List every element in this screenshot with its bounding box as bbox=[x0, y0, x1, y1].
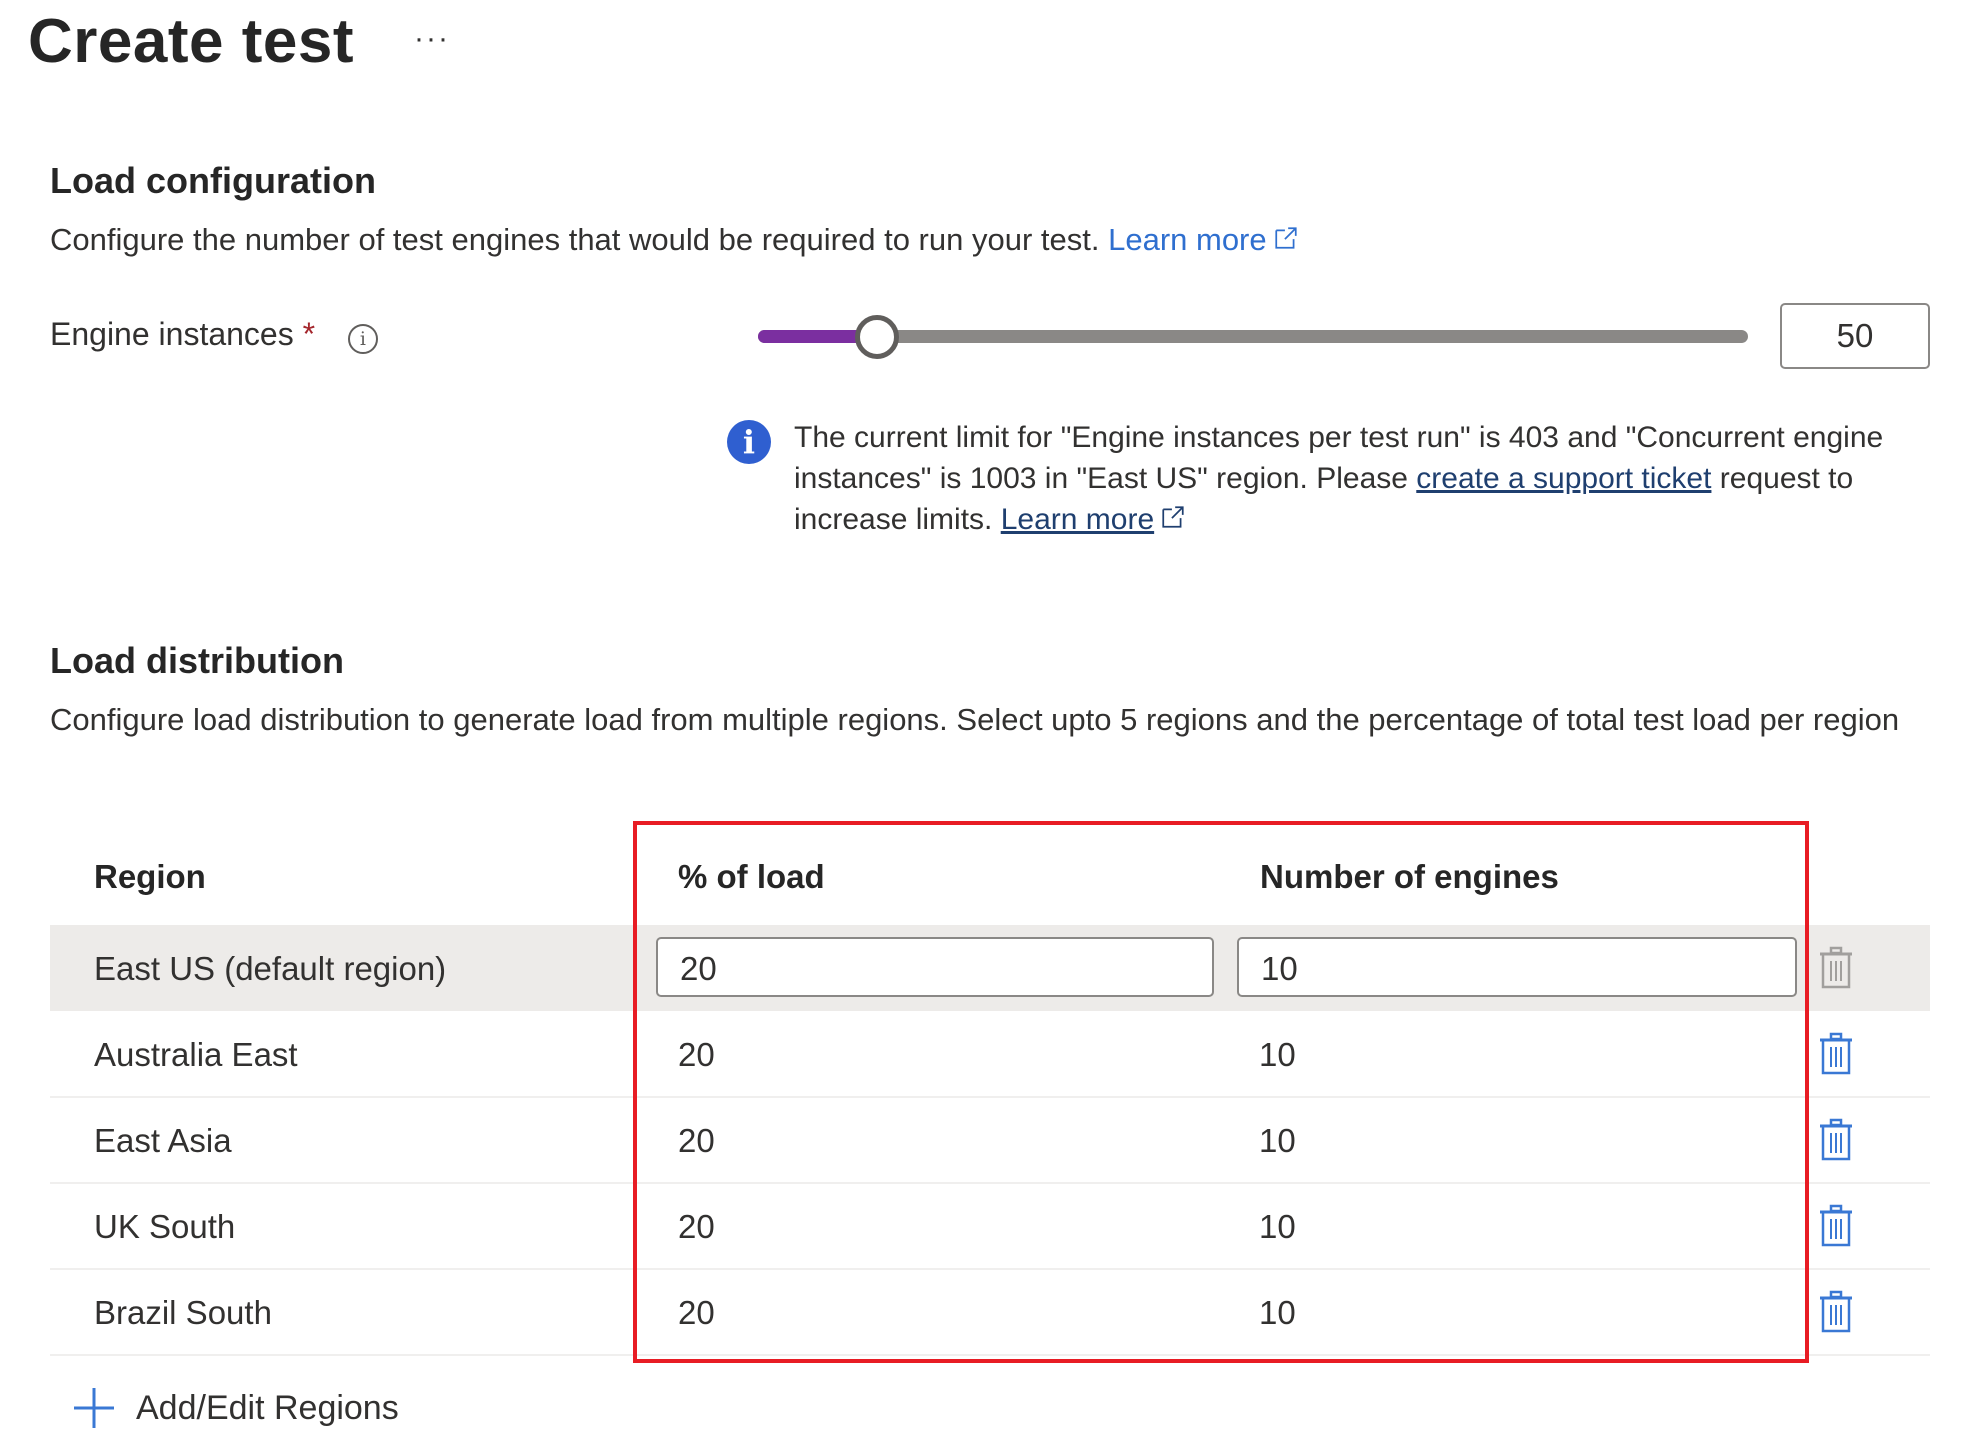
number-of-engines-input[interactable]: 10 bbox=[1237, 937, 1797, 997]
number-of-engines-cell: 10 bbox=[1259, 1208, 1296, 1245]
load-distribution-description: Configure load distribution to generate … bbox=[50, 702, 1900, 737]
row-divider bbox=[50, 1096, 1930, 1098]
engine-instances-slider-thumb[interactable] bbox=[854, 315, 899, 359]
learn-more-label: Learn more bbox=[1108, 222, 1267, 257]
delete-icon[interactable] bbox=[1819, 1118, 1853, 1162]
delete-icon[interactable] bbox=[1819, 1204, 1853, 1248]
number-of-engines-cell: 10 bbox=[1259, 1036, 1296, 1073]
column-header-percent-load: % of load bbox=[678, 858, 825, 895]
external-link-icon bbox=[1275, 227, 1297, 249]
info-learn-more-link[interactable]: Learn more bbox=[1001, 503, 1154, 536]
create-support-ticket-link[interactable]: create a support ticket bbox=[1416, 462, 1711, 495]
engine-instances-input[interactable]: 50 bbox=[1780, 303, 1930, 369]
percent-load-input[interactable]: 20 bbox=[656, 937, 1214, 997]
engine-instances-text: Engine instances bbox=[50, 316, 294, 352]
page-title: Create test bbox=[28, 7, 354, 76]
percent-load-cell: 20 bbox=[678, 1208, 715, 1245]
number-of-engines-cell: 10 bbox=[1259, 1122, 1296, 1159]
percent-load-cell: 20 bbox=[678, 1122, 715, 1159]
learn-more-link[interactable]: Learn more bbox=[1108, 222, 1299, 257]
info-icon: i bbox=[727, 420, 771, 464]
percent-load-cell: 20 bbox=[678, 1036, 715, 1073]
more-options-button[interactable]: ··· bbox=[414, 22, 450, 56]
region-cell: East US (default region) bbox=[94, 950, 447, 987]
load-distribution-heading: Load distribution bbox=[50, 640, 344, 681]
delete-icon-disabled bbox=[1820, 946, 1852, 989]
external-link-icon bbox=[1162, 506, 1184, 528]
description-text: Configure the number of test engines tha… bbox=[50, 222, 1100, 257]
column-header-region: Region bbox=[94, 858, 206, 895]
region-cell: East Asia bbox=[94, 1122, 232, 1159]
row-divider bbox=[50, 1354, 1930, 1356]
add-edit-regions-button[interactable]: Add/Edit Regions bbox=[72, 1386, 399, 1430]
plus-icon bbox=[74, 1388, 114, 1428]
engine-instances-slider-track[interactable] bbox=[758, 330, 1748, 343]
info-tooltip-icon[interactable]: i bbox=[347, 324, 378, 354]
required-asterisk: * bbox=[302, 316, 316, 352]
region-cell: UK South bbox=[94, 1208, 236, 1245]
delete-icon[interactable] bbox=[1819, 1032, 1853, 1076]
region-cell: Australia East bbox=[94, 1036, 298, 1073]
highlight-box bbox=[633, 821, 1809, 1363]
limit-info-message: The current limit for "Engine instances … bbox=[794, 417, 1924, 540]
column-header-number-of-engines: Number of engines bbox=[1260, 858, 1559, 895]
add-edit-regions-label: Add/Edit Regions bbox=[136, 1388, 399, 1427]
load-configuration-heading: Load configuration bbox=[50, 160, 376, 201]
region-cell: Brazil South bbox=[94, 1294, 272, 1331]
delete-icon[interactable] bbox=[1819, 1290, 1853, 1334]
percent-load-cell: 20 bbox=[678, 1294, 715, 1331]
engine-instances-label: Engine instances * i bbox=[50, 316, 378, 354]
row-divider bbox=[50, 1182, 1930, 1184]
load-configuration-description: Configure the number of test engines tha… bbox=[50, 216, 1299, 263]
row-divider bbox=[50, 1268, 1930, 1270]
number-of-engines-cell: 10 bbox=[1259, 1294, 1296, 1331]
